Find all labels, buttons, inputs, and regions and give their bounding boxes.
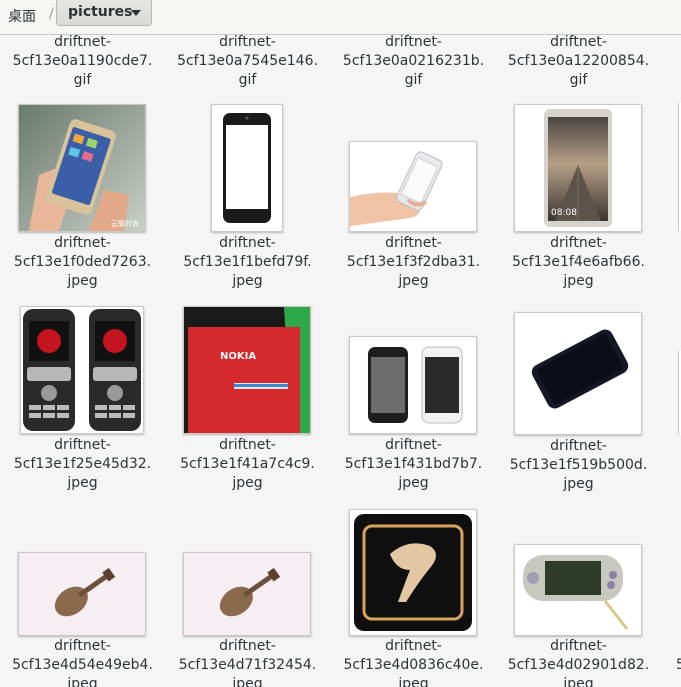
- file-name-line: 5cf13e0a12200854.: [507, 53, 650, 69]
- file-name-line: driftnet-: [54, 35, 111, 50]
- file-thumbnail: [18, 552, 146, 636]
- file-name: driftnet- 5cf13e1f41a7c4c9. jpeg: [165, 436, 330, 493]
- file-name-line: jpeg: [398, 676, 429, 687]
- file-name-line: 5cf13e4d71f32454.: [178, 657, 317, 673]
- file-name-line: 5cf13e1f431bd7b7.: [344, 456, 483, 472]
- file-thumbnail: [349, 141, 477, 232]
- file-name-line: driftnet-: [550, 235, 607, 251]
- file-name-line: 5cf13e1f4e6afb66.: [512, 254, 645, 270]
- file-name-line: driftnet-: [550, 35, 607, 50]
- file-name-line: driftnet-: [219, 35, 276, 50]
- file-name-line: driftnet-: [54, 638, 111, 654]
- file-name-line: driftnet-: [550, 638, 607, 654]
- file-name: driftnet- 5cf13e4d02901d82. jpeg: [496, 637, 661, 687]
- file-name-line: jpeg: [398, 475, 429, 491]
- file-name-line: driftnet-: [54, 437, 111, 453]
- file-thumbnail: [349, 336, 477, 434]
- file-name: driftnet- 5cf13e1f431bd7b7. jpeg: [331, 436, 496, 493]
- file-name-line: jpeg: [563, 476, 594, 492]
- file-name-line: gif: [238, 72, 257, 88]
- file-name-line: driftnet-: [385, 638, 442, 654]
- file-name-line: 5cf13e0a7545e146.: [177, 53, 318, 69]
- breadcrumb-current-folder-button[interactable]: pictures: [56, 0, 152, 26]
- file-name-line: driftnet-: [385, 235, 442, 251]
- file-name-line: jpeg: [232, 676, 263, 687]
- file-name-line: 5cf13e1f0ded7263.: [13, 254, 152, 270]
- file-name: driftnet- 5cf13e0a12200854. gif: [496, 35, 661, 90]
- file-name-line: jpeg: [67, 475, 98, 491]
- file-name-line: 5cf13e4d02901d82.: [507, 657, 650, 673]
- file-name-line: driftnet-: [219, 638, 276, 654]
- file-name-line: driftnet-: [219, 437, 276, 453]
- file-name-line: 5cf13e1f519b500d.: [509, 457, 648, 473]
- file-name-line: jpeg: [563, 273, 594, 289]
- file-name-line: jpeg: [67, 676, 98, 687]
- file-name-line: 5cf13e0a0216231b.: [342, 53, 485, 69]
- file-name: driftnet- 5cf13e4d54e49eb4. jpeg: [0, 637, 165, 687]
- file-name-line: 5cf13e1f3f2dba31.: [346, 254, 481, 270]
- file-thumbnail: [514, 544, 642, 636]
- file-name-line: jpeg: [398, 273, 429, 289]
- file-thumbnail: 08:08: [514, 104, 642, 232]
- icon-grid: driftnet- 5cf13e0a1190cde7. gif driftnet…: [0, 35, 681, 687]
- nokia-logo-text: NOKIA: [220, 351, 256, 362]
- chevron-down-icon: [131, 10, 141, 16]
- file-thumbnail: [514, 312, 642, 435]
- file-name-line: gif: [404, 72, 423, 88]
- file-name-line: 5cf13e1f1befd79f.: [183, 254, 312, 270]
- breadcrumb-current-label: pictures: [68, 4, 133, 20]
- file-name-line: gif: [569, 72, 588, 88]
- path-bar: 桌面 / pictures: [0, 0, 681, 35]
- file-thumbnail: [183, 552, 311, 636]
- file-name-line: driftnet-: [385, 35, 442, 50]
- file-name-line: 5cf13e1f25e45d32.: [13, 456, 152, 472]
- file-name-line: 5cf13e4d54e49eb4.: [12, 657, 153, 673]
- file-name-line: 5cf13e4d0836c40e.: [343, 657, 484, 673]
- file-name-line: 5cf13e1f41a7c4c9.: [180, 456, 315, 472]
- file-name-line: 5cf13e0a1190cde7.: [12, 53, 153, 69]
- clock-text: 08:08: [551, 208, 577, 218]
- file-name: driftnet- 5cf13e1f25e45d32. jpeg: [0, 436, 165, 493]
- file-thumbnail: 云繁时尚: [18, 104, 146, 232]
- file-name: driftnet- 5cf13e1f519b500d. jpeg: [496, 437, 661, 494]
- file-name-line: jpeg: [232, 273, 263, 289]
- file-name: driftnet- 5cf13e1f4e6afb66. jpeg: [496, 234, 661, 291]
- watermark-text: 云繁时尚: [111, 219, 139, 228]
- file-name-line: gif: [73, 72, 92, 88]
- partial-file-name: 5: [676, 657, 681, 673]
- file-name: driftnet- 5cf13e1f1befd79f. jpeg: [165, 234, 330, 291]
- file-name-line: driftnet-: [550, 438, 607, 454]
- file-name: driftnet- 5cf13e0a1190cde7. gif: [0, 35, 165, 90]
- file-name: driftnet- 5cf13e1f3f2dba31. jpeg: [331, 234, 496, 291]
- file-name-line: driftnet-: [385, 437, 442, 453]
- file-thumbnail: [211, 104, 283, 232]
- file-name-line: driftnet-: [219, 235, 276, 251]
- file-name-line: jpeg: [232, 475, 263, 491]
- file-name-line: jpeg: [563, 676, 594, 687]
- file-name-line: driftnet-: [54, 235, 111, 251]
- breadcrumb-desktop[interactable]: 桌面: [8, 6, 36, 26]
- file-name: driftnet- 5cf13e0a0216231b. gif: [331, 35, 496, 90]
- file-name: driftnet- 5cf13e4d71f32454. jpeg: [165, 637, 330, 687]
- file-thumbnail: [349, 509, 477, 636]
- file-name: driftnet- 5cf13e1f0ded7263. jpeg: [0, 234, 165, 291]
- file-name-line: jpeg: [67, 273, 98, 289]
- breadcrumb-separator: /: [49, 6, 54, 22]
- file-name: driftnet- 5cf13e0a7545e146. gif: [165, 35, 330, 90]
- file-thumbnail: NOKIA: [183, 306, 311, 434]
- file-thumbnail: [20, 306, 144, 434]
- file-name: driftnet- 5cf13e4d0836c40e. jpeg: [331, 637, 496, 687]
